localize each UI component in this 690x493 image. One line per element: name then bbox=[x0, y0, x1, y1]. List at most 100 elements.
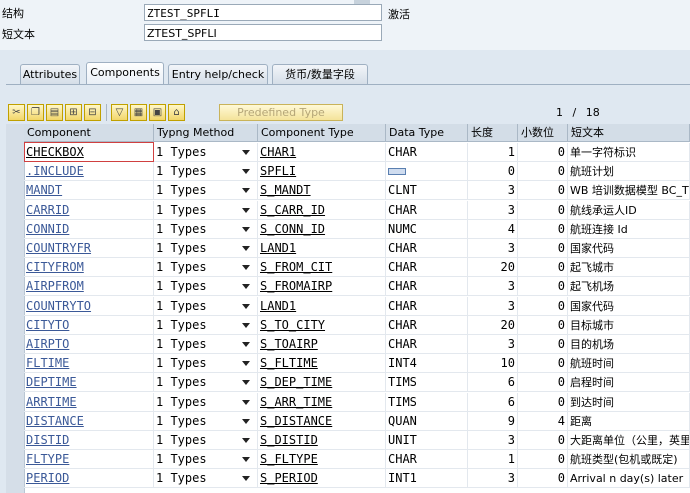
short-text-cell[interactable]: WB 培训数据模型 BC_T bbox=[568, 181, 690, 201]
component-type-cell[interactable]: S_FLTYPE bbox=[258, 450, 386, 470]
short-text-cell[interactable]: 到达时间 bbox=[568, 392, 690, 412]
decimals-cell[interactable]: 0 bbox=[518, 373, 568, 393]
component-type-cell[interactable]: LAND1 bbox=[258, 296, 386, 316]
dropdown-arrow-icon[interactable] bbox=[242, 150, 250, 155]
short-text-cell[interactable]: 航班计划 bbox=[568, 162, 690, 182]
short-text-cell[interactable]: 启程时间 bbox=[568, 373, 690, 393]
decimals-cell[interactable]: 0 bbox=[518, 296, 568, 316]
decimals-cell[interactable]: 0 bbox=[518, 239, 568, 258]
dropdown-arrow-icon[interactable] bbox=[242, 226, 250, 232]
component-name-cell[interactable]: DEPTIME bbox=[24, 373, 154, 393]
length-cell[interactable]: 3 bbox=[468, 431, 518, 450]
dropdown-arrow-icon[interactable] bbox=[242, 284, 250, 290]
dropdown-arrow-icon[interactable] bbox=[242, 380, 250, 386]
length-cell[interactable]: 3 bbox=[468, 296, 518, 316]
data-type-cell[interactable]: CHAR bbox=[386, 200, 468, 220]
length-cell[interactable]: 3 bbox=[468, 200, 518, 220]
component-name-cell[interactable]: DISTANCE bbox=[24, 411, 154, 431]
decimals-cell[interactable]: 0 bbox=[518, 162, 568, 182]
component-name-cell[interactable]: CITYTO bbox=[24, 315, 154, 335]
decimals-cell[interactable]: 0 bbox=[518, 469, 568, 489]
col-header-data-type[interactable]: Data Type bbox=[386, 124, 468, 142]
short-text-cell[interactable]: 航班时间 bbox=[568, 354, 690, 374]
table-row[interactable]: CITYFROM 1 Types S_FROM_CIT CHAR 20 0 起飞城市 bbox=[24, 258, 690, 278]
decimals-cell[interactable]: 0 bbox=[518, 181, 568, 201]
tab-components[interactable]: Components bbox=[86, 62, 164, 84]
col-header-component-type[interactable]: Component Type bbox=[258, 124, 386, 142]
decimals-cell[interactable]: 0 bbox=[518, 277, 568, 297]
component-type-cell[interactable]: S_TOAIRP bbox=[258, 335, 386, 354]
dropdown-arrow-icon[interactable] bbox=[242, 207, 250, 213]
decimals-cell[interactable]: 0 bbox=[518, 143, 568, 162]
short-text-cell[interactable]: 大距离单位（公里，英里 bbox=[568, 431, 690, 450]
dropdown-arrow-icon[interactable] bbox=[242, 322, 250, 328]
component-name-cell[interactable]: .INCLUDE bbox=[24, 162, 154, 182]
dropdown-arrow-icon[interactable] bbox=[242, 457, 250, 463]
component-type-cell[interactable]: S_MANDT bbox=[258, 181, 386, 201]
component-name-cell[interactable]: COUNTRYFR bbox=[24, 239, 154, 258]
decimals-cell[interactable]: 0 bbox=[518, 315, 568, 335]
data-type-cell[interactable]: UNIT bbox=[386, 431, 468, 450]
data-type-cell[interactable]: CHAR bbox=[386, 277, 468, 297]
decimals-cell[interactable]: 4 bbox=[518, 411, 568, 431]
dropdown-arrow-icon[interactable] bbox=[242, 188, 250, 194]
decimals-cell[interactable]: 0 bbox=[518, 258, 568, 278]
table-row[interactable]: AIRPTO 1 Types S_TOAIRP CHAR 3 0 目的机场 bbox=[24, 335, 690, 354]
length-cell[interactable]: 3 bbox=[468, 335, 518, 354]
length-cell[interactable]: 3 bbox=[468, 181, 518, 201]
short-text-cell[interactable]: 目的机场 bbox=[568, 335, 690, 354]
short-text-cell[interactable]: 距离 bbox=[568, 411, 690, 431]
data-type-cell[interactable]: CHAR bbox=[386, 315, 468, 335]
component-type-cell[interactable]: S_DEP_TIME bbox=[258, 373, 386, 393]
table-row[interactable]: DISTID 1 Types S_DISTID UNIT 3 0 大距离单位（公里，英里 bbox=[24, 431, 690, 450]
tab-entry-help[interactable]: Entry help/check bbox=[168, 64, 268, 84]
col-header-component[interactable]: Component bbox=[24, 124, 154, 142]
data-type-cell[interactable]: CHAR bbox=[386, 450, 468, 470]
data-type-cell[interactable]: QUAN bbox=[386, 411, 468, 431]
component-type-cell[interactable]: S_ARR_TIME bbox=[258, 392, 386, 412]
table-row[interactable]: CARRID 1 Types S_CARR_ID CHAR 3 0 航线承运人ID bbox=[24, 200, 690, 220]
copy-icon[interactable]: ❐ bbox=[27, 104, 44, 121]
table-row[interactable]: COUNTRYFR 1 Types LAND1 CHAR 3 0 国家代码 bbox=[24, 239, 690, 258]
insert-row-icon[interactable]: ⊞ bbox=[65, 104, 82, 121]
col-header-length[interactable]: 长度 bbox=[468, 124, 518, 142]
table-row[interactable]: DEPTIME 1 Types S_DEP_TIME TIMS 6 0 启程时间 bbox=[24, 373, 690, 393]
data-type-cell[interactable]: TIMS bbox=[386, 392, 468, 412]
col-header-decimals[interactable]: 小数位 bbox=[518, 124, 568, 142]
length-cell[interactable]: 6 bbox=[468, 373, 518, 393]
data-type-cell[interactable]: CHAR bbox=[386, 335, 468, 354]
short-text-cell[interactable]: 航班连接 Id bbox=[568, 219, 690, 239]
dropdown-arrow-icon[interactable] bbox=[242, 476, 250, 482]
data-type-cell[interactable]: CHAR bbox=[386, 239, 468, 258]
dropdown-arrow-icon[interactable] bbox=[242, 303, 250, 309]
delete-row-icon[interactable]: ⊟ bbox=[84, 104, 101, 121]
short-text-cell[interactable]: 国家代码 bbox=[568, 239, 690, 258]
length-cell[interactable]: 20 bbox=[468, 258, 518, 278]
dropdown-arrow-icon[interactable] bbox=[242, 342, 250, 347]
component-type-cell[interactable]: S_FROM_CIT bbox=[258, 258, 386, 278]
data-type-cell[interactable]: CLNT bbox=[386, 181, 468, 201]
component-name-cell[interactable]: FLTYPE bbox=[24, 450, 154, 470]
component-type-cell[interactable]: S_TO_CITY bbox=[258, 315, 386, 335]
component-name-cell[interactable]: DISTID bbox=[24, 431, 154, 450]
short-text-cell[interactable]: 航班类型(包机或既定) bbox=[568, 450, 690, 470]
table-row[interactable]: CHECKBOX 1 Types CHAR1 CHAR 1 0 单一字符标识 bbox=[24, 143, 690, 162]
hierarchy-icon[interactable]: ⌂ bbox=[168, 104, 185, 121]
decimals-cell[interactable]: 0 bbox=[518, 450, 568, 470]
component-name-cell[interactable]: PERIOD bbox=[24, 469, 154, 489]
table-row[interactable]: PERIOD 1 Types S_PERIOD INT1 3 0 Arrival n day… bbox=[24, 469, 690, 489]
component-type-cell[interactable]: S_DISTID bbox=[258, 431, 386, 450]
decimals-cell[interactable]: 0 bbox=[518, 354, 568, 374]
component-type-cell[interactable]: S_PERIOD bbox=[258, 469, 386, 489]
tab-attributes[interactable]: Attributes bbox=[20, 64, 80, 84]
length-cell[interactable]: 10 bbox=[468, 354, 518, 374]
col-header-typing-method[interactable]: Typng Method bbox=[154, 124, 258, 142]
data-type-cell[interactable]: CHAR bbox=[386, 258, 468, 278]
short-text-cell[interactable]: 航线承运人ID bbox=[568, 200, 690, 220]
component-name-cell[interactable]: CHECKBOX bbox=[24, 143, 154, 162]
length-cell[interactable]: 9 bbox=[468, 411, 518, 431]
table-row[interactable]: DISTANCE 1 Types S_DISTANCE QUAN 9 4 距离 bbox=[24, 411, 690, 431]
component-name-cell[interactable]: CITYFROM bbox=[24, 258, 154, 278]
cut-icon[interactable]: ✂ bbox=[8, 104, 25, 121]
dropdown-arrow-icon[interactable] bbox=[242, 438, 250, 443]
